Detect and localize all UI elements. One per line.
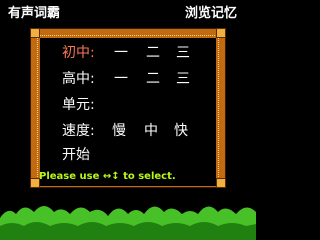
frame-corner-ornament	[216, 178, 226, 188]
senior-high-label: 高中:	[62, 71, 95, 87]
start-label: 开始	[62, 147, 90, 163]
senior-high-option-1[interactable]: 一	[114, 71, 128, 87]
unit-label: 单元:	[62, 97, 95, 113]
frame-corner-ornament	[30, 28, 40, 38]
mode-title: 浏览记忆	[185, 6, 238, 21]
senior-high-option-2[interactable]: 二	[146, 71, 160, 87]
junior-high-option-3[interactable]: 三	[176, 45, 190, 61]
junior-high-option-2[interactable]: 二	[146, 45, 160, 61]
junior-high-option-1[interactable]: 一	[114, 45, 128, 61]
frame-corner-ornament	[216, 28, 226, 38]
instruction-hint: Please use ↔↕ to select.	[39, 171, 176, 182]
speed-label: 速度:	[62, 123, 95, 139]
menu-row-senior-high[interactable]: 高中: 一 二 三	[62, 71, 190, 87]
menu-row-speed[interactable]: 速度: 慢 中 快	[62, 123, 188, 139]
speed-option-medium[interactable]: 中	[144, 123, 158, 139]
speed-option-slow[interactable]: 慢	[112, 123, 126, 139]
menu-row-unit[interactable]: 单元:	[62, 97, 110, 113]
menu-row-junior-high[interactable]: 初中: 一 二 三	[62, 45, 190, 61]
speed-option-fast[interactable]: 快	[174, 123, 188, 139]
senior-high-option-3[interactable]: 三	[176, 71, 190, 87]
grass-hills	[0, 206, 256, 240]
game-title: 有声词霸	[8, 6, 61, 21]
menu-row-start[interactable]: 开始	[62, 147, 110, 163]
junior-high-label: 初中:	[62, 45, 95, 61]
